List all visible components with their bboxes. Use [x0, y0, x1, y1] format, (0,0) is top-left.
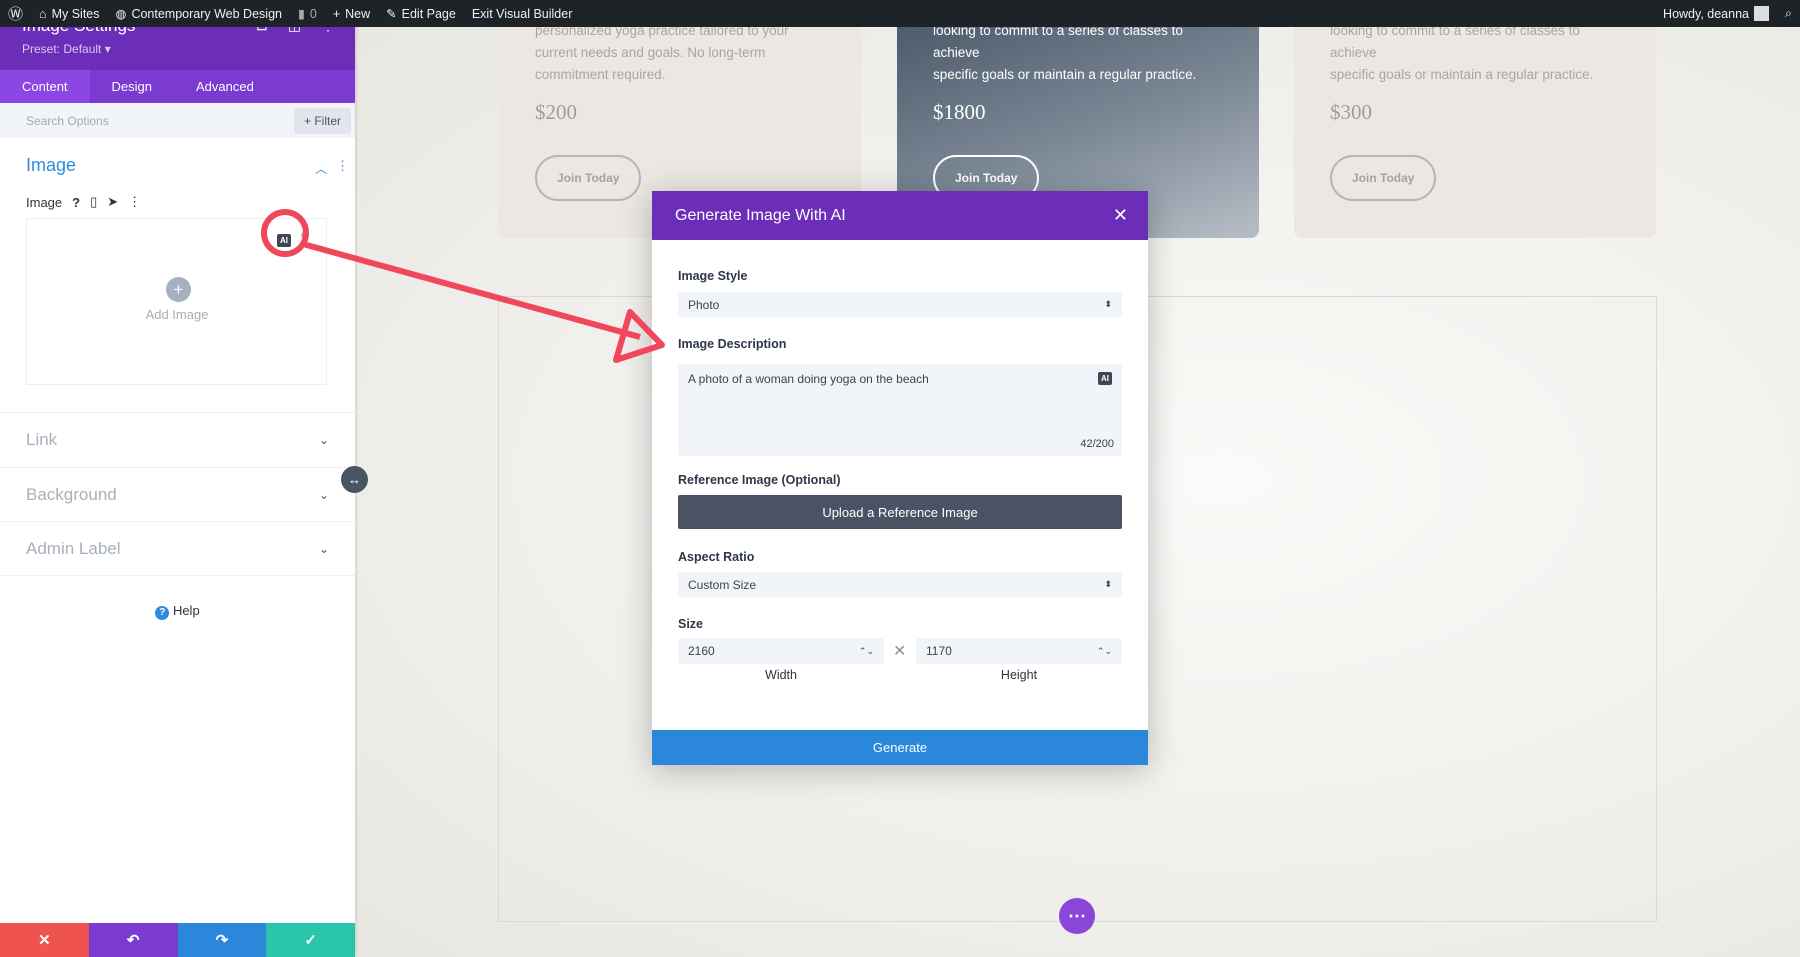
stepper-icon: ⌃⌄	[858, 645, 874, 656]
add-icon[interactable]: +	[166, 277, 191, 302]
times-icon: ✕	[893, 643, 907, 660]
sidebar-tabs: Content Design Advanced	[0, 70, 355, 103]
edit-page-link[interactable]: ✎ Edit Page	[386, 6, 456, 22]
section-title-image[interactable]: Image	[26, 155, 76, 176]
select-arrows-icon: ⬍	[1104, 299, 1112, 309]
generate-image-modal: Generate Image With AI ✕ Image Style Pho…	[652, 191, 1148, 765]
responsive-icon[interactable]: ▯	[90, 194, 97, 210]
more-options-button[interactable]: ⋯	[1059, 898, 1095, 934]
card-price: $200	[535, 100, 577, 124]
close-icon[interactable]: ✕	[1113, 205, 1128, 226]
char-count: 42/200	[1080, 438, 1114, 450]
filter-button[interactable]: + Filter	[293, 107, 351, 134]
modal-title: Generate Image With AI	[675, 206, 846, 224]
card-text: specific goals or maintain a regular pra…	[1330, 67, 1594, 82]
chevron-down-icon: ⌄	[318, 541, 329, 556]
join-button[interactable]: Join Today	[1330, 155, 1437, 201]
new-link[interactable]: + New	[333, 7, 370, 21]
chevron-up-icon[interactable]: ︿	[315, 160, 327, 177]
resize-handle[interactable]: ↔	[341, 466, 368, 493]
discard-button[interactable]: ✕	[0, 923, 89, 957]
help-link[interactable]: ? Help	[0, 603, 355, 620]
width-input[interactable]: 2160 ⌃⌄	[678, 638, 884, 664]
sidebar-footer: ✕ ↶ ↷ ✓	[0, 923, 355, 957]
stepper-icon: ⌃⌄	[1096, 645, 1112, 656]
toggle-background[interactable]: Background ⌄	[0, 467, 355, 522]
pricing-card: looking to commit to a series of classes…	[1294, 0, 1656, 238]
reference-image-label: Reference Image (Optional)	[678, 473, 841, 487]
modal-header: Generate Image With AI ✕	[652, 191, 1148, 240]
tab-design[interactable]: Design	[90, 70, 174, 103]
tab-advanced[interactable]: Advanced	[174, 70, 276, 103]
chevron-down-icon: ⌄	[318, 433, 329, 447]
card-text: commitment required.	[535, 67, 666, 82]
chevron-down-icon: ⌄	[318, 488, 329, 502]
add-image-label[interactable]: Add Image	[27, 307, 327, 322]
join-button[interactable]: Join Today	[535, 155, 642, 201]
field-menu-icon[interactable]: ⋮	[128, 194, 141, 210]
hover-icon[interactable]: ➤	[107, 194, 118, 210]
comments-link[interactable]: ▮ 0	[298, 6, 317, 22]
settings-icon[interactable]: ⚙	[300, 229, 310, 242]
save-button[interactable]: ✓	[266, 923, 355, 957]
avatar	[1753, 6, 1769, 21]
ai-button[interactable]: AI	[1098, 372, 1112, 385]
card-price: $1800	[933, 100, 986, 124]
image-style-label: Image Style	[678, 269, 748, 283]
admin-toolbar: Ⓦ ⌂ My Sites ◍ Contemporary Web Design ▮…	[0, 0, 1800, 27]
search-options: Search Options + Filter	[0, 103, 355, 138]
help-circle-icon: ?	[155, 606, 170, 620]
account-menu[interactable]: Howdy, deanna	[1663, 6, 1769, 21]
wordpress-logo-icon[interactable]: Ⓦ	[8, 3, 23, 24]
help-icon[interactable]: ?	[72, 195, 80, 210]
card-text: specific goals or maintain a regular pra…	[933, 67, 1197, 82]
preset-dropdown[interactable]: Preset: Default ▾	[22, 42, 333, 56]
generate-button[interactable]: Generate	[652, 730, 1148, 765]
card-text: current needs and goals. No long-term	[535, 45, 766, 60]
card-price: $300	[1330, 100, 1372, 124]
settings-sidebar: Image Settings Preset: Default ▾ ⊡ ◫ ⋮ C…	[0, 0, 355, 957]
toggle-link[interactable]: Link ⌄	[0, 412, 355, 467]
exit-visual-builder-link[interactable]: Exit Visual Builder	[472, 7, 573, 21]
height-input[interactable]: 1170 ⌃⌄	[916, 638, 1122, 664]
image-description-textarea[interactable]: A photo of a woman doing yoga on the bea…	[678, 364, 1122, 456]
aspect-ratio-select[interactable]: Custom Size ⬍	[678, 572, 1122, 597]
my-sites-link[interactable]: ⌂ My Sites	[39, 7, 100, 21]
image-description-label: Image Description	[678, 337, 787, 351]
redo-button[interactable]: ↷	[177, 923, 267, 957]
aspect-ratio-label: Aspect Ratio	[678, 550, 755, 564]
section-menu-icon[interactable]: ⋮	[336, 158, 349, 174]
image-upload-area[interactable]: AI ⚙ + Add Image	[26, 218, 327, 385]
size-label: Size	[678, 617, 704, 631]
tab-content[interactable]: Content	[0, 70, 90, 103]
width-label: Width	[765, 668, 797, 682]
select-arrows-icon: ⬍	[1104, 579, 1112, 589]
search-icon[interactable]: ⌕	[1785, 6, 1792, 21]
toggle-admin-label[interactable]: Admin Label ⌄	[0, 521, 355, 576]
site-link[interactable]: ◍ Contemporary Web Design	[116, 6, 282, 22]
image-style-select[interactable]: Photo ⬍	[678, 292, 1122, 317]
ai-button[interactable]: AI	[277, 234, 291, 247]
undo-button[interactable]: ↶	[88, 923, 178, 957]
search-input[interactable]: Search Options	[26, 114, 109, 128]
height-label: Height	[1000, 668, 1038, 682]
field-label: Image	[26, 194, 63, 210]
upload-reference-button[interactable]: Upload a Reference Image	[678, 495, 1122, 529]
